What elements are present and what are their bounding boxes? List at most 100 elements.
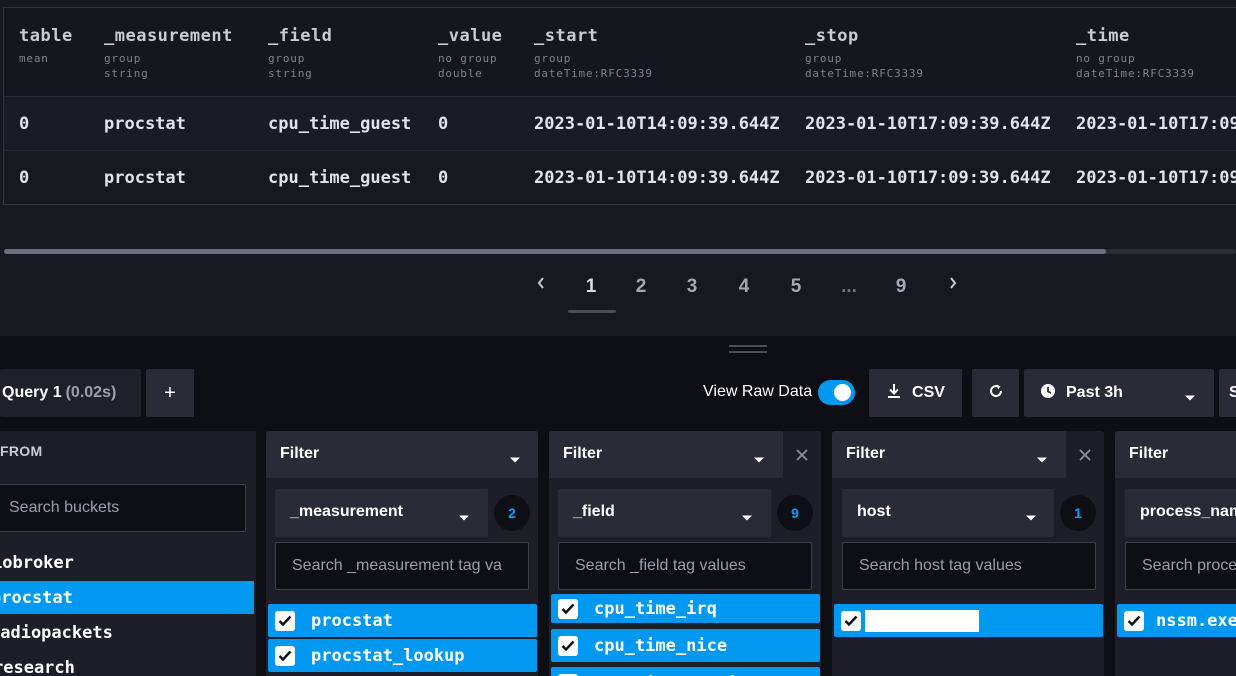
page-button-4[interactable]: 4 xyxy=(726,276,762,298)
filter-pane-process-name: Filter process_name nssm.exe xyxy=(1115,431,1236,676)
chevron-down-icon[interactable] xyxy=(753,451,765,469)
tag-search-input[interactable] xyxy=(1126,543,1236,589)
refresh-icon xyxy=(988,383,1004,404)
table-cell: 2023-01-10T17:09:39.644Z xyxy=(805,168,1051,188)
query-tab-time: (0.02s) xyxy=(65,384,117,401)
prev-page-icon[interactable] xyxy=(537,277,545,292)
tag-search-input[interactable] xyxy=(276,543,528,589)
filter-pane-field: Filter _field 9 cpu_time_irq cpu_time_ni… xyxy=(549,431,821,676)
table-cell: 0 xyxy=(19,114,30,134)
tag-search-input[interactable] xyxy=(843,543,1095,589)
table-cell: 2023-01-10T17:09:39.644Z xyxy=(805,114,1051,134)
table-cell: 2023-01-10T17:09 xyxy=(1076,114,1236,134)
table-cell: 2023-01-10T14:09:39.644Z xyxy=(534,114,780,134)
tag-value-item[interactable]: procstat_lookup xyxy=(268,639,537,672)
chevron-down-icon xyxy=(458,509,470,527)
chevron-down-icon xyxy=(1184,389,1196,407)
time-range-dropdown[interactable]: Past 3h xyxy=(1024,369,1214,417)
view-raw-data-label: View Raw Data xyxy=(703,383,813,400)
table-cell: cpu_time_guest xyxy=(268,114,412,134)
selected-count-badge: 2 xyxy=(494,495,530,531)
tag-search-input[interactable] xyxy=(559,543,811,589)
redacted-host-value xyxy=(865,609,979,632)
tag-value-item[interactable]: cpu_time_softirq xyxy=(551,667,820,676)
checkbox-checked-icon[interactable] xyxy=(1124,610,1144,631)
bucket-item[interactable]: iobroker xyxy=(0,546,254,579)
time-range-label: Past 3h xyxy=(1066,384,1123,401)
tag-key-dropdown[interactable]: host xyxy=(842,489,1054,537)
tag-search-input-wrap[interactable] xyxy=(558,542,812,590)
filter-pane-title: Filter xyxy=(563,445,603,462)
submit-button[interactable]: S xyxy=(1219,369,1236,417)
selected-count-badge: 1 xyxy=(1060,495,1096,531)
table-header-row: table mean _measurement group string _fi… xyxy=(4,8,1236,96)
csv-label: CSV xyxy=(912,384,945,401)
checkbox-checked-icon[interactable] xyxy=(275,610,295,631)
from-label: FROM xyxy=(0,443,43,459)
bucket-item-selected[interactable]: procstat xyxy=(0,581,254,614)
table-cell: procstat xyxy=(104,114,186,134)
filter-pane-title: Filter xyxy=(846,445,886,462)
tag-search-input-wrap[interactable] xyxy=(842,542,1096,590)
query-tab[interactable]: Query 1 (0.02s) xyxy=(0,369,141,417)
bucket-search-input[interactable] xyxy=(0,485,245,531)
page-button-2[interactable]: 2 xyxy=(623,276,659,298)
filter-pane-measurement: Filter _measurement 2 procstat procstat_… xyxy=(266,431,538,676)
table-cell: procstat xyxy=(104,168,186,188)
query-tab-label: Query 1 xyxy=(2,384,62,401)
page-button-1[interactable]: 1 xyxy=(573,276,609,298)
filter-pane-title: Filter xyxy=(1129,445,1169,462)
table-cell: 2023-01-10T17:09 xyxy=(1076,168,1236,188)
filter-pane-title: Filter xyxy=(280,445,320,462)
chevron-down-icon[interactable] xyxy=(1036,451,1048,469)
checkbox-checked-icon[interactable] xyxy=(841,610,861,631)
page-button-3[interactable]: 3 xyxy=(674,276,710,298)
checkbox-checked-icon[interactable] xyxy=(558,635,578,656)
chevron-down-icon[interactable] xyxy=(509,451,521,469)
view-raw-data-toggle[interactable] xyxy=(818,380,855,405)
resize-handle[interactable] xyxy=(729,345,767,347)
tag-search-input-wrap[interactable] xyxy=(1125,542,1236,590)
add-query-button[interactable]: + xyxy=(146,369,194,417)
checkbox-checked-icon[interactable] xyxy=(275,645,295,666)
filter-pane-header[interactable]: Filter xyxy=(832,431,1066,478)
next-page-icon[interactable] xyxy=(949,277,957,292)
filter-pane-header[interactable]: Filter xyxy=(266,431,538,478)
clock-icon xyxy=(1040,383,1056,404)
tag-value-item[interactable]: cpu_time_irq xyxy=(551,594,820,623)
table-row: 0 procstat cpu_time_guest 0 2023-01-10T1… xyxy=(4,150,1236,204)
tag-key-dropdown[interactable]: _field xyxy=(558,489,771,537)
bucket-search-input-wrap[interactable] xyxy=(0,484,246,532)
results-panel: table mean _measurement group string _fi… xyxy=(0,0,1236,336)
close-icon[interactable] xyxy=(783,431,821,478)
refresh-button[interactable] xyxy=(972,369,1019,417)
tag-value-item[interactable]: nssm.exe xyxy=(1117,604,1236,637)
page-ellipsis: ... xyxy=(841,276,857,297)
tag-value-item[interactable]: procstat xyxy=(268,604,537,637)
horizontal-scrollbar-thumb[interactable] xyxy=(4,249,1106,254)
filter-pane-header[interactable]: Filter xyxy=(549,431,783,478)
filter-pane-host: Filter host 1 xyxy=(832,431,1104,676)
tag-value-item[interactable]: cpu_time_nice xyxy=(551,629,820,662)
page-button-5[interactable]: 5 xyxy=(778,276,814,298)
filter-pane-header[interactable]: Filter xyxy=(1115,431,1236,478)
close-icon[interactable] xyxy=(1066,431,1104,478)
tag-search-input-wrap[interactable] xyxy=(275,542,529,590)
chevron-down-icon xyxy=(741,509,753,527)
page-button-9[interactable]: 9 xyxy=(883,276,919,298)
table-cell: cpu_time_guest xyxy=(268,168,412,188)
bucket-item[interactable]: research xyxy=(0,651,254,676)
bucket-item[interactable]: radiopackets xyxy=(0,616,254,649)
csv-download-button[interactable]: CSV xyxy=(869,369,962,417)
tag-key-dropdown[interactable]: _measurement xyxy=(275,489,488,537)
table-cell: 0 xyxy=(438,114,449,134)
checkbox-checked-icon[interactable] xyxy=(558,598,578,619)
active-page-indicator xyxy=(568,310,616,313)
toggle-knob xyxy=(834,384,851,401)
tag-value-item[interactable] xyxy=(834,604,1103,637)
chevron-down-icon xyxy=(1025,509,1037,527)
table-row: 0 procstat cpu_time_guest 0 2023-01-10T1… xyxy=(4,96,1236,150)
tag-key-dropdown[interactable]: process_name xyxy=(1125,489,1236,537)
resize-handle[interactable] xyxy=(729,351,767,353)
results-table: table mean _measurement group string _fi… xyxy=(3,7,1236,205)
